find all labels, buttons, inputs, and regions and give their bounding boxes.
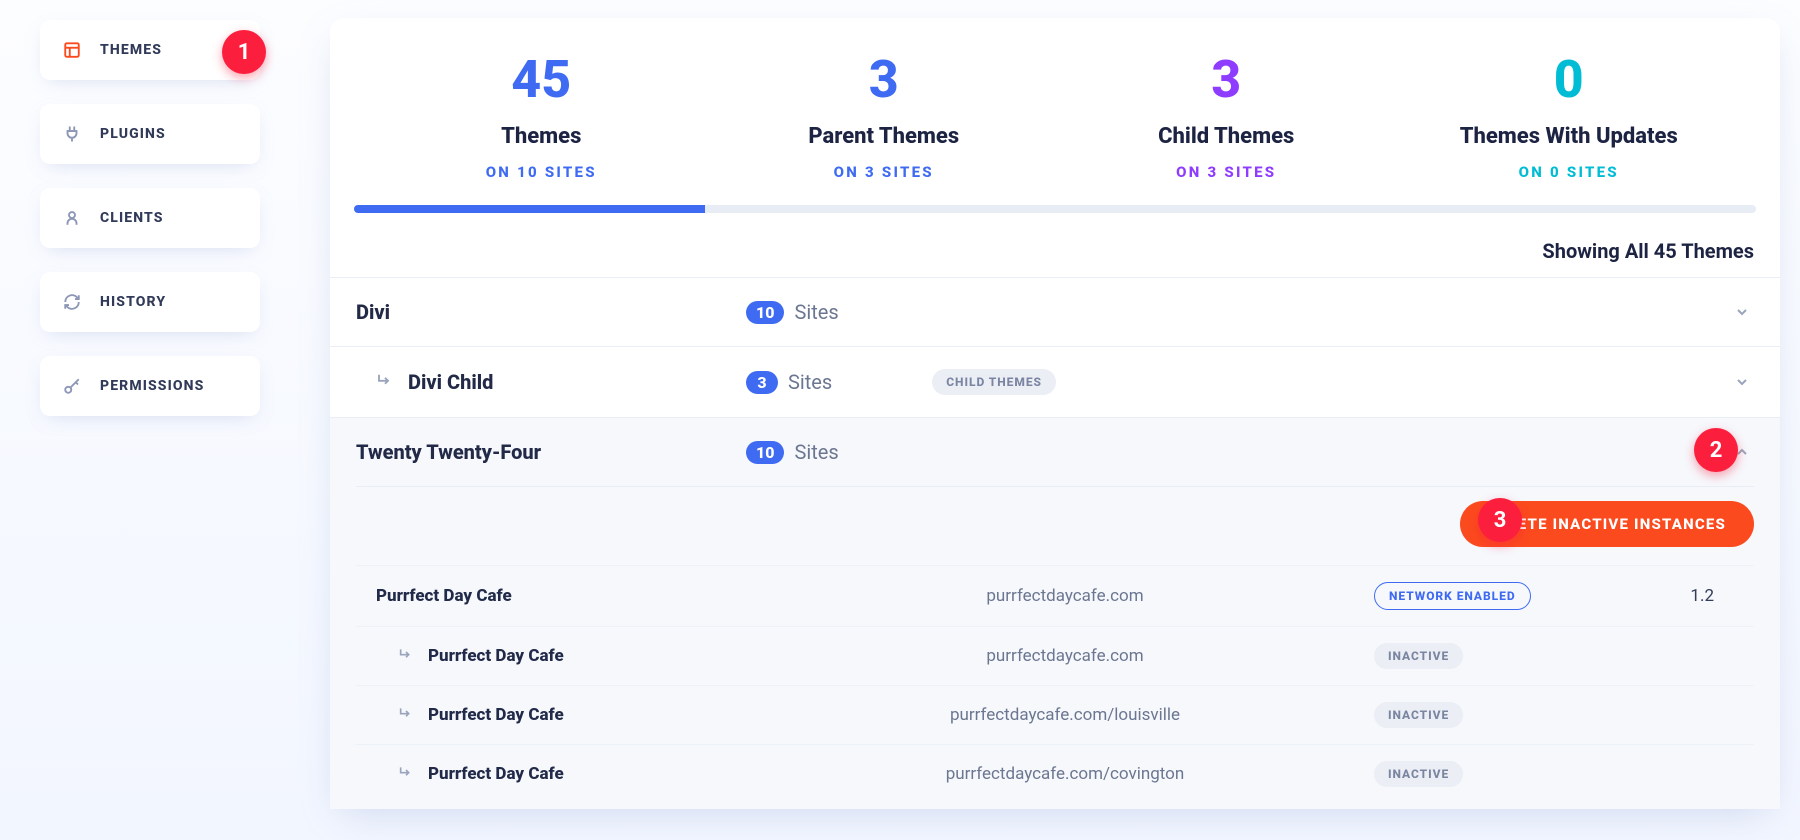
sidebar-item-label: PLUGINS [100,126,166,142]
status-pill-network: NETWORK ENABLED [1374,582,1531,610]
stat-value: 0 [1398,54,1741,106]
sites-label: Sites [794,440,838,464]
theme-name: Divi [356,300,746,324]
status-pill-inactive: INACTIVE [1374,643,1463,669]
site-count-pill: 3 [746,371,778,394]
theme-row[interactable]: Twenty Twenty-Four 10 Sites 2 [330,417,1780,486]
instance-row[interactable]: Purrfect Day Cafe purrfectdaycafe.com IN… [356,626,1754,685]
stats-card: 45 Themes ON 10 SITES 3 Parent Themes ON… [330,18,1780,809]
instance-name: Purrfect Day Cafe [356,705,756,726]
instance-status: INACTIVE [1374,643,1634,669]
chevron-down-icon[interactable] [1730,304,1754,320]
stat-title: Themes [370,124,713,149]
instance-url: purrfectdaycafe.com [756,646,1374,666]
main-panel: 45 Themes ON 10 SITES 3 Parent Themes ON… [300,0,1800,840]
stat-sub: ON 0 SITES [1398,163,1741,181]
instance-status: INACTIVE [1374,761,1634,787]
progress-track [354,205,1756,213]
stats-row: 45 Themes ON 10 SITES 3 Parent Themes ON… [330,18,1780,205]
stat-title: Parent Themes [713,124,1056,149]
theme-sites: 10 Sites [746,440,839,464]
sidebar-item-history[interactable]: HISTORY [40,272,260,332]
theme-tags: CHILD THEMES [832,369,1730,395]
layout-icon [62,40,82,60]
sidebar-item-label: HISTORY [100,294,166,310]
instance-version: 1.2 [1634,586,1754,606]
stat-value: 3 [1055,54,1398,106]
instance-name: Purrfect Day Cafe [356,646,756,667]
instance-name: Purrfect Day Cafe [356,764,756,785]
theme-sites: 3 Sites [746,370,832,394]
stat-sub: ON 3 SITES [713,163,1056,181]
sidebar-item-label: PERMISSIONS [100,378,204,394]
stat-title: Child Themes [1055,124,1398,149]
instance-url: purrfectdaycafe.com/covington [756,764,1374,784]
theme-row[interactable]: Divi Child 3 Sites CHILD THEMES [330,346,1780,417]
stat-title: Themes With Updates [1398,124,1741,149]
sidebar-item-clients[interactable]: CLIENTS [40,188,260,248]
step-badge-1: 1 [222,30,266,74]
sidebar-item-label: CLIENTS [100,210,164,226]
results-header: Showing All 45 Themes [356,239,1754,263]
sidebar-item-permissions[interactable]: PERMISSIONS [40,356,260,416]
child-arrow-icon [376,370,394,394]
status-pill-inactive: INACTIVE [1374,702,1463,728]
stat-themes[interactable]: 45 Themes ON 10 SITES [370,54,713,181]
stat-parent-themes[interactable]: 3 Parent Themes ON 3 SITES [713,54,1056,181]
sidebar-item-plugins[interactable]: PLUGINS [40,104,260,164]
step-badge-3: 3 [1478,498,1522,542]
stat-sub: ON 3 SITES [1055,163,1398,181]
stat-sub: ON 10 SITES [370,163,713,181]
child-themes-tag: CHILD THEMES [932,369,1056,395]
theme-name: Twenty Twenty-Four [356,440,746,464]
sites-label: Sites [788,370,832,394]
stat-themes-updates[interactable]: 0 Themes With Updates ON 0 SITES [1398,54,1741,181]
instance-status: INACTIVE [1374,702,1634,728]
status-pill-inactive: INACTIVE [1374,761,1463,787]
instance-name: Purrfect Day Cafe [356,586,756,606]
stat-value: 45 [370,54,713,106]
sidebar: THEMES 1 PLUGINS CLIENTS HISTORY PERMIS [0,0,300,840]
child-arrow-icon [398,705,414,726]
delete-bar: DELETE INACTIVE INSTANCES [356,486,1754,565]
theme-sites: 10 Sites [746,300,839,324]
instance-status: NETWORK ENABLED [1374,582,1634,610]
theme-row[interactable]: Divi 10 Sites [330,277,1780,346]
stat-child-themes[interactable]: 3 Child Themes ON 3 SITES [1055,54,1398,181]
refresh-icon [62,292,82,312]
step-badge-2: 2 [1694,428,1738,472]
instance-row[interactable]: Purrfect Day Cafe purrfectdaycafe.com/co… [356,744,1754,803]
key-icon [62,376,82,396]
instance-row[interactable]: Purrfect Day Cafe purrfectdaycafe.com NE… [356,565,1754,626]
chevron-down-icon[interactable] [1730,374,1754,390]
progress-bar [354,205,705,213]
site-count-pill: 10 [746,301,784,324]
child-arrow-icon [398,764,414,785]
instance-url: purrfectdaycafe.com [756,586,1374,606]
stat-value: 3 [713,54,1056,106]
child-arrow-icon [398,646,414,667]
sites-label: Sites [794,300,838,324]
site-count-pill: 10 [746,441,784,464]
instance-url: purrfectdaycafe.com/louisville [756,705,1374,725]
user-icon [62,208,82,228]
expanded-section: DELETE INACTIVE INSTANCES 3 Purrfect Day… [330,486,1780,809]
instance-row[interactable]: Purrfect Day Cafe purrfectdaycafe.com/lo… [356,685,1754,744]
theme-name: Divi Child [356,370,746,394]
sidebar-item-label: THEMES [100,42,162,58]
plug-icon [62,124,82,144]
